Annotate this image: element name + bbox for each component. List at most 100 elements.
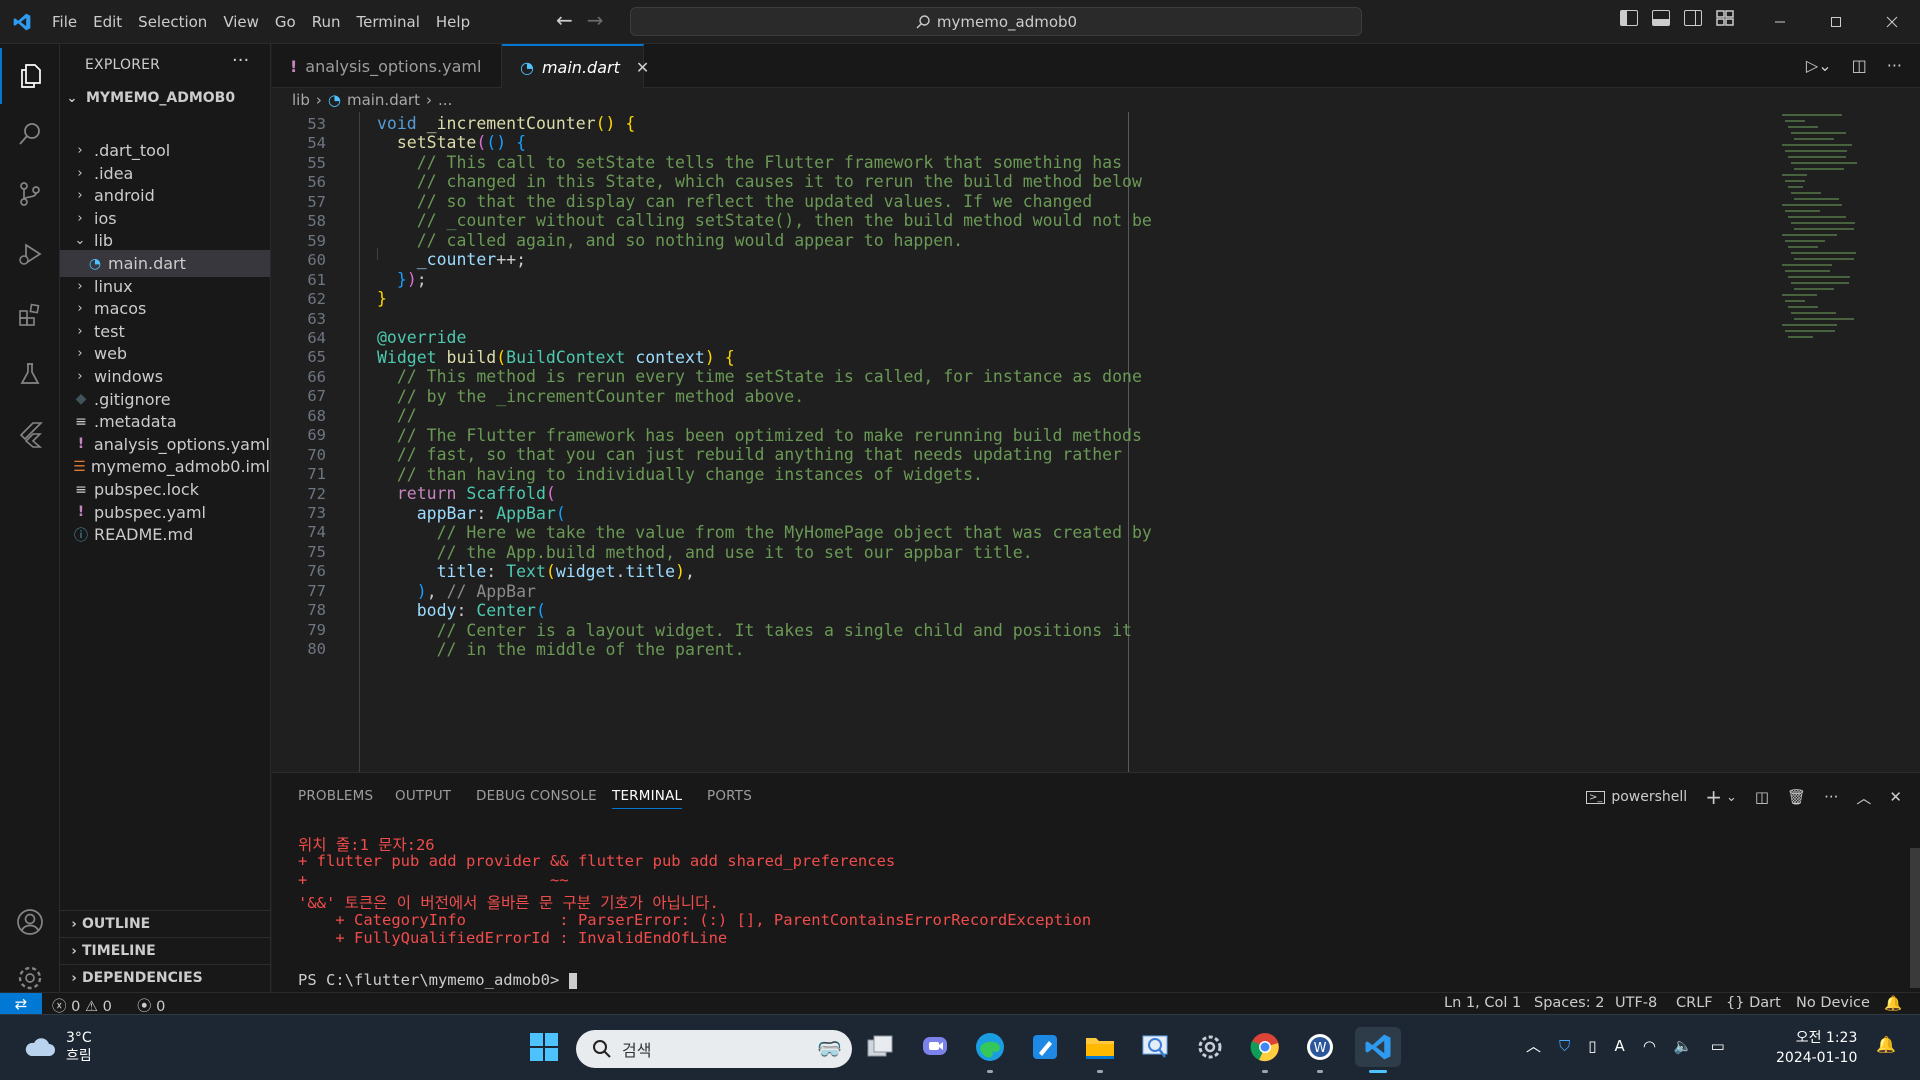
terminal-shell-label[interactable]: powershell: [1611, 789, 1687, 805]
back-arrow-icon[interactable]: ←: [556, 8, 573, 32]
volume-icon[interactable]: 🔈: [1674, 1037, 1693, 1055]
panel-tab-debug-console[interactable]: DEBUG CONSOLE: [476, 788, 597, 804]
menu-terminal[interactable]: Terminal: [349, 0, 428, 44]
menu-go[interactable]: Go: [267, 0, 304, 44]
section-outline[interactable]: › OUTLINE: [60, 910, 270, 937]
minimap-line: [1782, 294, 1817, 296]
toggle-primary-sidebar-icon[interactable]: [1620, 10, 1638, 26]
encoding-status[interactable]: UTF-8: [1615, 995, 1657, 1011]
explorer-sidebar: EXPLORER ··· ⌄ MYMEMO_ADMOB0 › .dart_tool…: [60, 44, 271, 992]
wifi-icon[interactable]: ◠: [1643, 1037, 1656, 1055]
panel-tab-output[interactable]: OUTPUT: [395, 788, 451, 804]
toggle-panel-icon[interactable]: [1652, 10, 1670, 26]
chevron-right-icon: ›: [77, 346, 83, 362]
task-view-icon[interactable]: [860, 1027, 900, 1067]
edge-browser-icon[interactable]: [970, 1027, 1010, 1073]
teams-chat-icon[interactable]: [915, 1027, 955, 1067]
chevron-up-icon[interactable]: ︿: [1526, 1035, 1541, 1056]
close-window-button[interactable]: [1864, 0, 1920, 44]
split-editor-icon[interactable]: ◫: [1852, 56, 1867, 75]
workspace-folder[interactable]: ⌄ MYMEMO_ADMOB0: [64, 90, 236, 106]
usb-device-icon[interactable]: ▯: [1588, 1037, 1596, 1055]
maximize-panel-icon[interactable]: ︿: [1856, 787, 1871, 808]
close-panel-icon[interactable]: ✕: [1889, 788, 1902, 806]
testing-icon[interactable]: [0, 346, 60, 402]
run-debug-icon[interactable]: [0, 226, 60, 282]
more-actions-icon[interactable]: ···: [1824, 788, 1838, 806]
cloud-icon: [25, 1038, 55, 1056]
menu-run[interactable]: Run: [304, 0, 349, 44]
close-tab-icon[interactable]: ✕: [636, 58, 649, 77]
pdf-editor-icon[interactable]: [1025, 1027, 1065, 1067]
panel-tab-problems[interactable]: PROBLEMS: [298, 788, 373, 804]
breadcrumb-lib[interactable]: lib: [292, 91, 310, 109]
taskbar-search[interactable]: 검색 🥽: [576, 1030, 852, 1068]
explorer-icon[interactable]: [0, 48, 60, 104]
section-dependencies[interactable]: › DEPENDENCIES: [60, 964, 270, 991]
windows-start-icon[interactable]: [524, 1027, 564, 1067]
clock[interactable]: 오전 1:23 2024-01-10: [1776, 1028, 1857, 1068]
minimap[interactable]: [1782, 114, 1882, 354]
menu-file[interactable]: File: [44, 0, 85, 44]
split-terminal-icon[interactable]: ◫: [1755, 788, 1769, 806]
tree-item[interactable]: ⓘ README.md: [60, 521, 270, 548]
section-timeline[interactable]: › TIMELINE: [60, 937, 270, 964]
weather-widget[interactable]: 3°C 흐림: [22, 1029, 92, 1065]
customize-layout-icon[interactable]: [1716, 10, 1734, 26]
language-mode[interactable]: {} Dart: [1726, 995, 1781, 1011]
flutter-icon[interactable]: [0, 406, 60, 462]
breadcrumb-main-dart[interactable]: main.dart: [347, 91, 420, 109]
chevron-right-icon: ›: [77, 323, 83, 339]
notifications-bell-icon[interactable]: 🔔: [1884, 995, 1902, 1012]
image-viewer-icon[interactable]: [1135, 1027, 1175, 1067]
search-activity-icon[interactable]: [0, 106, 60, 162]
trash-icon[interactable]: 🗑: [1787, 788, 1806, 806]
tab-analysis-options[interactable]: ! analysis_options.yaml: [272, 44, 502, 88]
code-line-71: // than having to individually change in…: [377, 465, 983, 484]
indentation-status[interactable]: Spaces: 2: [1534, 995, 1604, 1011]
chrome-browser-icon[interactable]: [1245, 1027, 1285, 1073]
battery-icon[interactable]: ▭: [1711, 1037, 1725, 1055]
maximize-button[interactable]: [1808, 0, 1864, 44]
menu-selection[interactable]: Selection: [130, 0, 215, 44]
code-line-75: // the App.build method, and use it to s…: [377, 543, 1033, 562]
tree-item-label: android: [94, 186, 155, 206]
accounts-icon[interactable]: [0, 894, 60, 950]
more-actions-icon[interactable]: ···: [1887, 56, 1902, 75]
source-control-icon[interactable]: [0, 166, 60, 222]
forward-arrow-icon[interactable]: →: [587, 8, 604, 32]
defender-shield-icon[interactable]: ⛉: [1559, 1037, 1570, 1055]
line-number: 62: [307, 290, 326, 309]
cursor-position[interactable]: Ln 1, Col 1: [1444, 995, 1521, 1011]
panel-tab-ports[interactable]: PORTS: [707, 788, 752, 804]
ports-status[interactable]: ⦿ 0: [137, 995, 165, 1016]
chevron-down-icon[interactable]: ⌄: [1726, 790, 1737, 805]
toggle-secondary-sidebar-icon[interactable]: [1684, 10, 1702, 26]
tab-main-dart[interactable]: ◔ main.dart ✕: [502, 44, 649, 88]
minimize-button[interactable]: [1752, 0, 1808, 44]
breadcrumb-more[interactable]: ...: [438, 91, 452, 109]
terminal-prompt[interactable]: PS C:\flutter\mymemo_admob0>: [298, 971, 577, 989]
problems-status[interactable]: ⓧ 0 ⚠ 0: [52, 995, 112, 1016]
command-center-search[interactable]: mymemo_admob0: [630, 7, 1362, 36]
more-actions-icon[interactable]: ···: [232, 50, 249, 71]
menu-help[interactable]: Help: [428, 0, 478, 44]
device-status[interactable]: No Device: [1796, 995, 1870, 1011]
menu-view[interactable]: View: [215, 0, 267, 44]
new-terminal-icon[interactable]: +: [1705, 785, 1722, 809]
extensions-icon[interactable]: [0, 286, 60, 342]
notification-bell-icon[interactable]: 🔔: [1876, 1035, 1896, 1054]
eol-status[interactable]: CRLF: [1676, 995, 1713, 1011]
vscode-taskbar-icon[interactable]: [1355, 1027, 1401, 1073]
panel-tab-terminal[interactable]: TERMINAL: [612, 788, 683, 809]
terminal-scrollbar[interactable]: [1910, 848, 1920, 988]
file-explorer-icon[interactable]: [1080, 1027, 1120, 1073]
settings-app-icon[interactable]: [1190, 1027, 1230, 1067]
minimap-line: [1782, 264, 1832, 266]
code-editor[interactable]: 53 54 55 56 57 58 59 60 61 62 63 64 65 66 67 68 69 70 71 72…: [272, 112, 1920, 772]
menu-edit[interactable]: Edit: [85, 0, 130, 44]
run-debug-dropdown-icon[interactable]: ▷⌄: [1806, 56, 1832, 75]
input-method-icon[interactable]: A: [1615, 1037, 1625, 1055]
word-app-icon[interactable]: W: [1300, 1027, 1340, 1073]
remote-indicator-icon[interactable]: ⇄: [0, 993, 42, 1015]
